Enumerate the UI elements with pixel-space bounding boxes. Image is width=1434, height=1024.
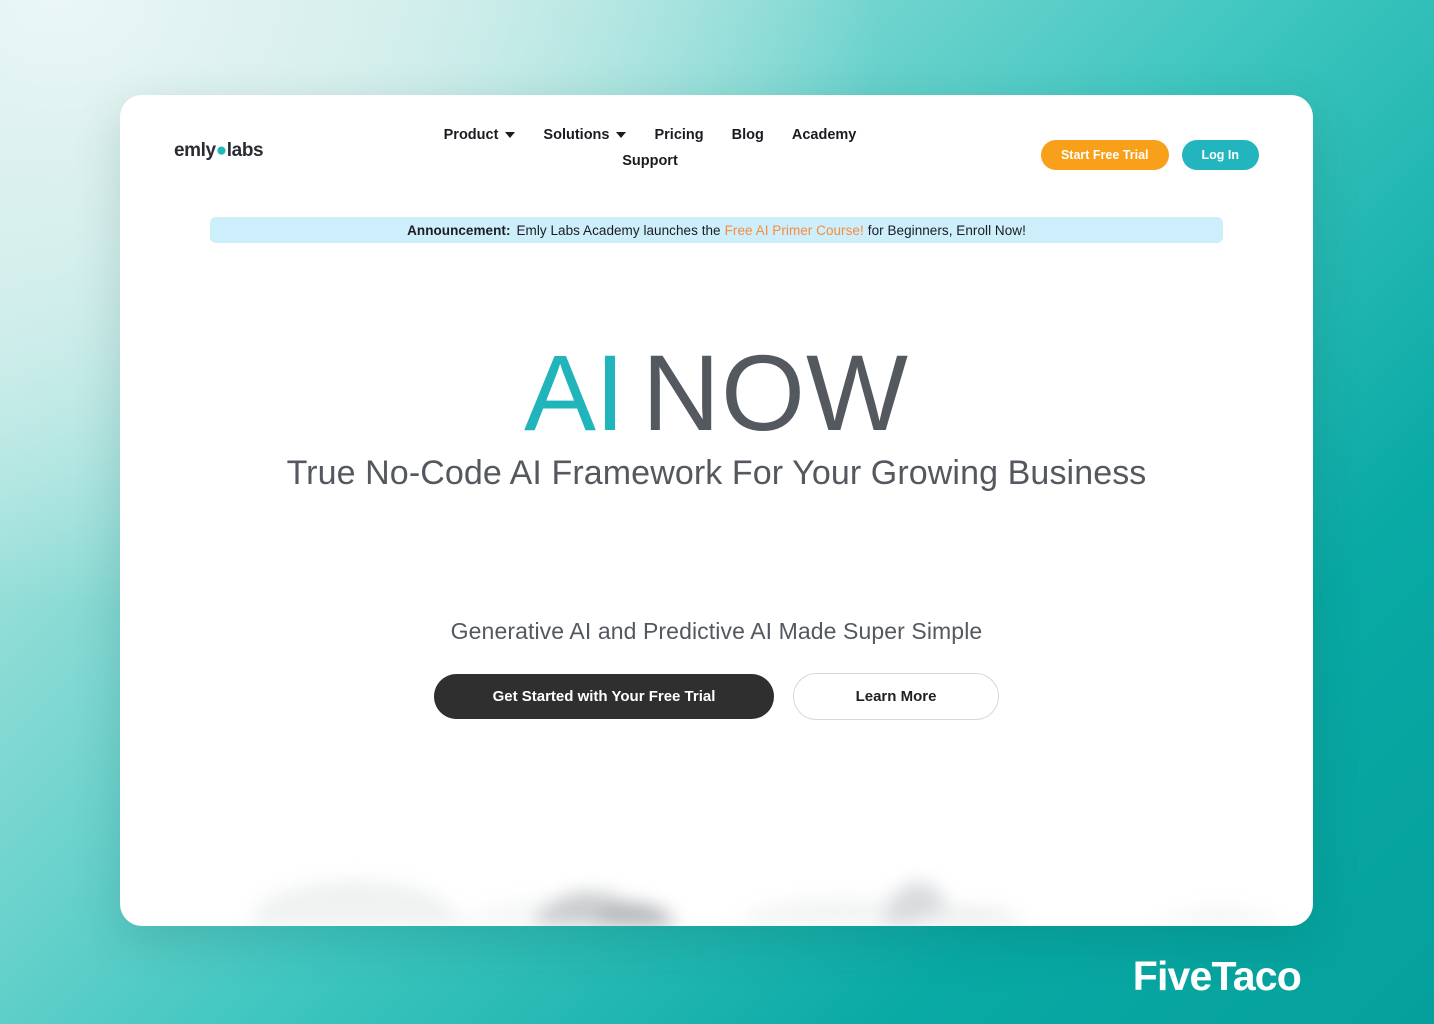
nav-item-academy[interactable]: Academy <box>778 125 870 145</box>
hero-subtitle: True No-Code AI Framework For Your Growi… <box>286 454 1147 492</box>
blurred-media-preview <box>210 846 1313 926</box>
logo-dot-icon: ● <box>215 140 227 161</box>
hero-title: AI NOW <box>120 339 1313 447</box>
announcement-bar[interactable]: Announcement: Emly Labs Academy launches… <box>210 217 1223 243</box>
hero-tagline: Generative AI and Predictive AI Made Sup… <box>450 618 983 645</box>
website-card: emly●labs Product Solutions Pricing Blog <box>120 95 1313 926</box>
announcement-bar-wrapper: Announcement: Emly Labs Academy launches… <box>120 199 1313 243</box>
blur-shape <box>1150 908 1290 926</box>
hero-cta-row: Get Started with Your Free Trial Learn M… <box>120 673 1313 721</box>
start-free-trial-button[interactable]: Start Free Trial <box>1040 140 1169 170</box>
nav-item-product[interactable]: Product <box>430 125 530 145</box>
get-started-button[interactable]: Get Started with Your Free Trial <box>434 674 774 720</box>
nav-label-support: Support <box>622 153 678 169</box>
announcement-link[interactable]: Free AI Primer Course! <box>725 223 864 238</box>
header-actions: Start Free Trial Log In <box>1040 140 1259 170</box>
chevron-down-icon <box>616 132 627 138</box>
main-navigation: Product Solutions Pricing Blog Academy S… <box>420 125 880 171</box>
nav-label-academy: Academy <box>791 127 857 143</box>
hero-section: AI NOW True No-Code AI Framework For Your… <box>120 243 1313 721</box>
nav-item-blog[interactable]: Blog <box>718 125 778 145</box>
hero-title-rest: NOW <box>642 332 909 453</box>
blur-shape <box>250 880 460 926</box>
page-background: emly●labs Product Solutions Pricing Blog <box>0 0 1434 1024</box>
nav-label-pricing: Pricing <box>654 127 704 143</box>
announcement-prefix: Announcement: <box>407 222 511 238</box>
nav-item-pricing[interactable]: Pricing <box>640 125 717 145</box>
chevron-down-icon <box>505 132 516 138</box>
nav-label-product: Product <box>443 127 499 143</box>
site-header: emly●labs Product Solutions Pricing Blog <box>120 95 1313 199</box>
logo-text-prefix: emly <box>174 140 216 161</box>
nav-label-blog: Blog <box>731 127 764 143</box>
nav-item-solutions[interactable]: Solutions <box>529 125 640 145</box>
learn-more-button[interactable]: Learn More <box>793 673 999 721</box>
logo[interactable]: emly●labs <box>174 140 264 162</box>
nav-label-solutions: Solutions <box>543 127 610 143</box>
announcement-text-before: Emly Labs Academy launches the <box>516 222 721 238</box>
log-in-button[interactable]: Log In <box>1181 140 1259 170</box>
fivetaco-watermark: FiveTaco <box>1132 953 1302 999</box>
logo-text-suffix: labs <box>226 140 264 161</box>
nav-item-support[interactable]: Support <box>608 151 692 171</box>
hero-title-accent: AI <box>524 332 625 453</box>
announcement-text-after: for Beginners, Enroll Now! <box>867 222 1026 238</box>
